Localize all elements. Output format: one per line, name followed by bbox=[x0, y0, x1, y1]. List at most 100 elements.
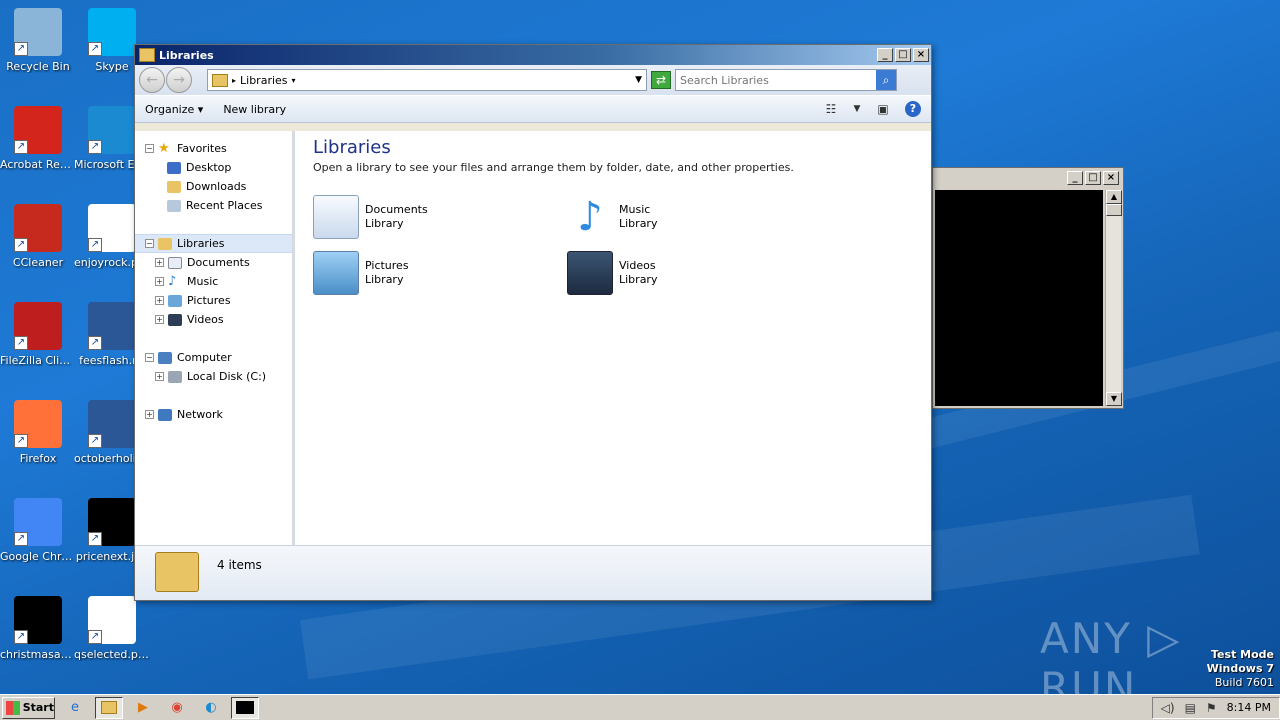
minimize-icon[interactable]: _ bbox=[1067, 171, 1083, 185]
scroll-down-icon[interactable]: ▼ bbox=[1106, 392, 1122, 406]
volume-icon[interactable]: ◁) bbox=[1161, 701, 1175, 715]
image-file-icon: ↗ bbox=[88, 498, 136, 546]
desktop-icon-label: qselected.png bbox=[74, 648, 150, 661]
expand-icon[interactable]: + bbox=[155, 372, 164, 381]
action-center-flag-icon[interactable]: ⚑ bbox=[1206, 701, 1217, 715]
scroll-thumb[interactable] bbox=[1106, 204, 1122, 216]
taskbar-explorer-icon[interactable] bbox=[95, 696, 123, 719]
explorer-titlebar[interactable]: Libraries _ □ × bbox=[135, 45, 931, 65]
nav-documents[interactable]: + Documents bbox=[135, 253, 292, 272]
desktop-icon-label: Google Chrome bbox=[0, 550, 76, 563]
system-tray: ◁) ▤ ⚑ 8:14 PM bbox=[1151, 696, 1280, 719]
nav-favorites[interactable]: − ★ Favorites bbox=[135, 139, 292, 158]
taskbar-cmd-icon[interactable] bbox=[231, 696, 259, 719]
content-pane[interactable]: Libraries Open a library to see your fil… bbox=[295, 131, 931, 545]
nav-videos[interactable]: + Videos bbox=[135, 310, 292, 329]
navigation-pane[interactable]: − ★ Favorites Desktop Downloads Recent P… bbox=[135, 131, 295, 545]
library-videos[interactable]: Videos Library bbox=[567, 249, 787, 297]
nav-music[interactable]: + ♪ Music bbox=[135, 272, 292, 291]
close-button[interactable]: × bbox=[913, 48, 929, 62]
nav-downloads[interactable]: Downloads bbox=[135, 177, 292, 196]
scroll-up-icon[interactable]: ▲ bbox=[1106, 190, 1122, 204]
shortcut-arrow-icon: ↗ bbox=[88, 434, 102, 448]
recycle-bin-icon: ↗ bbox=[14, 8, 62, 56]
expand-icon[interactable]: + bbox=[155, 277, 164, 286]
test-mode-notice: Test Mode Windows 7 Build 7601 bbox=[1206, 648, 1274, 689]
videos-library-icon bbox=[567, 251, 613, 295]
expand-icon[interactable]: + bbox=[155, 315, 164, 324]
preview-pane-icon[interactable]: ▣ bbox=[875, 101, 891, 117]
chevron-right-icon[interactable]: ▸ bbox=[232, 76, 236, 85]
nav-libraries[interactable]: − Libraries bbox=[135, 234, 292, 253]
shortcut-arrow-icon: ↗ bbox=[14, 238, 28, 252]
library-folder-icon bbox=[212, 73, 228, 87]
console-titlebar[interactable]: _ □ × bbox=[933, 168, 1123, 188]
desktop-icon-item[interactable]: ↗ christmasad... bbox=[0, 596, 76, 661]
nav-local-disk[interactable]: + Local Disk (C:) bbox=[135, 367, 292, 386]
desktop-icon-item[interactable]: ↗ qselected.png bbox=[74, 596, 150, 661]
change-view-icon[interactable]: ☷ bbox=[823, 101, 839, 117]
address-history-dropdown[interactable]: ▼ bbox=[635, 75, 642, 85]
search-icon[interactable]: ⌕ bbox=[876, 70, 896, 90]
desktop-icon-item[interactable]: ↗ Firefox bbox=[0, 400, 76, 465]
console-screen[interactable] bbox=[935, 190, 1103, 406]
expand-icon[interactable]: + bbox=[155, 296, 164, 305]
taskbar-ie-icon[interactable]: e bbox=[61, 697, 89, 719]
address-bar[interactable]: ▸ Libraries ▾ ▼ bbox=[207, 69, 647, 91]
collapse-icon[interactable]: − bbox=[145, 353, 154, 362]
minimize-button[interactable]: _ bbox=[877, 48, 893, 62]
expand-icon[interactable]: + bbox=[145, 410, 154, 419]
network-tray-icon[interactable]: ▤ bbox=[1185, 701, 1196, 715]
refresh-button[interactable]: ⇄ bbox=[651, 71, 671, 89]
library-documents[interactable]: Documents Library bbox=[313, 193, 533, 241]
expand-icon[interactable]: + bbox=[155, 258, 164, 267]
folder-icon bbox=[139, 48, 155, 62]
shortcut-arrow-icon: ↗ bbox=[88, 336, 102, 350]
taskbar-chrome-icon[interactable]: ◉ bbox=[163, 697, 191, 719]
search-box[interactable]: ⌕ bbox=[675, 69, 897, 91]
forward-button[interactable]: → bbox=[166, 67, 192, 93]
console-window[interactable]: _ □ × ▲ ▼ bbox=[932, 167, 1124, 409]
nav-pictures[interactable]: + Pictures bbox=[135, 291, 292, 310]
nav-network[interactable]: + Network bbox=[135, 405, 292, 424]
breadcrumb-libraries[interactable]: Libraries bbox=[240, 74, 288, 87]
address-row: ← → ▸ Libraries ▾ ▼ ⇄ ⌕ bbox=[135, 65, 931, 95]
maximize-button[interactable]: □ bbox=[895, 48, 911, 62]
shortcut-arrow-icon: ↗ bbox=[14, 630, 28, 644]
desktop-icon-item[interactable]: ↗ Recycle Bin bbox=[0, 8, 76, 73]
console-scrollbar[interactable]: ▲ ▼ bbox=[1105, 190, 1122, 406]
desktop-icon-label: christmasad... bbox=[0, 648, 76, 661]
library-pictures[interactable]: Pictures Library bbox=[313, 249, 533, 297]
view-options-dropdown[interactable]: ▼ bbox=[849, 101, 865, 117]
taskbar-edge-icon[interactable]: ◐ bbox=[197, 697, 225, 719]
desktop-icon-item[interactable]: ↗ Acrobat Reader DC bbox=[0, 106, 76, 171]
search-input[interactable] bbox=[676, 73, 876, 87]
close-icon[interactable]: × bbox=[1103, 171, 1119, 185]
new-library-button[interactable]: New library bbox=[223, 103, 286, 116]
start-button[interactable]: Start bbox=[2, 696, 55, 719]
nav-recent-places[interactable]: Recent Places bbox=[135, 196, 292, 215]
image-file-icon: ↗ bbox=[88, 596, 136, 644]
desktop-icon-item[interactable]: ↗ CCleaner bbox=[0, 204, 76, 269]
collapse-icon[interactable]: − bbox=[145, 144, 154, 153]
desktop-icon-label: Recycle Bin bbox=[6, 60, 70, 73]
firefox-icon: ↗ bbox=[14, 400, 62, 448]
desktop-icon-item[interactable]: ↗ FileZilla Client bbox=[0, 302, 76, 367]
item-count: 4 items bbox=[217, 558, 262, 572]
maximize-icon[interactable]: □ bbox=[1085, 171, 1101, 185]
shortcut-arrow-icon: ↗ bbox=[14, 434, 28, 448]
organize-menu[interactable]: Organize ▾ bbox=[145, 103, 203, 116]
back-button[interactable]: ← bbox=[139, 67, 165, 93]
nav-computer[interactable]: − Computer bbox=[135, 348, 292, 367]
explorer-window[interactable]: Libraries _ □ × ← → ▸ Libraries ▾ ▼ ⇄ ⌕ … bbox=[134, 44, 932, 601]
help-icon[interactable]: ? bbox=[905, 101, 921, 117]
library-music[interactable]: ♪ Music Library bbox=[567, 193, 787, 241]
clock[interactable]: 8:14 PM bbox=[1227, 701, 1271, 714]
nav-desktop[interactable]: Desktop bbox=[135, 158, 292, 177]
desktop-icon-item[interactable]: ↗ Google Chrome bbox=[0, 498, 76, 563]
collapse-icon[interactable]: − bbox=[145, 239, 154, 248]
taskbar-media-player-icon[interactable]: ▶ bbox=[129, 697, 157, 719]
chevron-down-icon[interactable]: ▾ bbox=[292, 76, 296, 85]
desktop-icon-label: CCleaner bbox=[12, 256, 64, 269]
skype-icon: ↗ bbox=[88, 8, 136, 56]
